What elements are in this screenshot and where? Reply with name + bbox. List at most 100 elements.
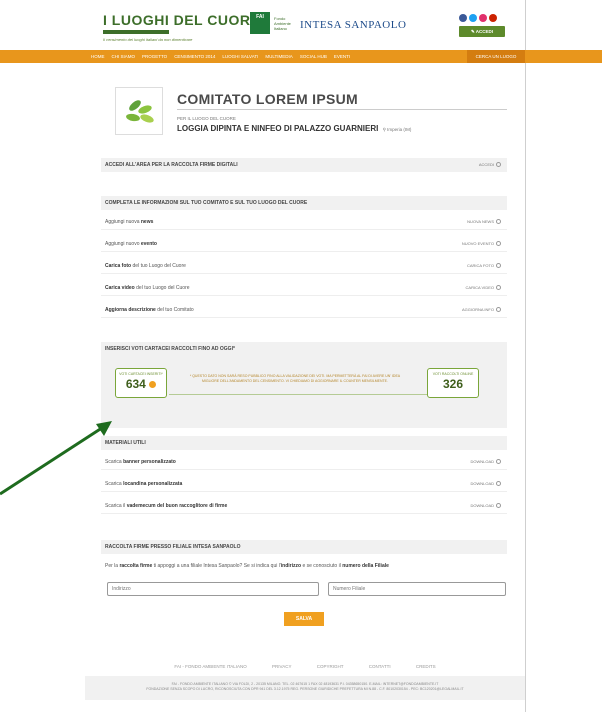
question-text: Per la <box>105 563 120 569</box>
committee-name: COMITATO LOREM IPSUM <box>177 91 358 107</box>
paper-votes-label: VOTI CARTACEI INSERITI* <box>119 372 163 376</box>
list-item[interactable]: Scarica il vademecum del buon raccoglito… <box>101 498 507 514</box>
branch-number-input[interactable] <box>328 582 506 596</box>
row-text-bold: vademecum del buon raccoglitore di firme <box>126 503 228 509</box>
row-action-label: NUOVO EVENTO <box>461 241 494 246</box>
place-location: ⚲ Imperia (IM) <box>382 127 412 132</box>
section-materiali: MATERIALI UTILI <box>101 436 507 450</box>
chevron-right-icon <box>496 162 501 168</box>
chevron-right-icon <box>496 219 501 225</box>
footer-link-privacy[interactable]: PRIVACY <box>272 664 291 669</box>
chevron-right-icon <box>496 241 501 247</box>
fai-logo[interactable]: FAI <box>250 12 270 34</box>
list-item[interactable]: Scarica banner personalizzato DOWNLOAD <box>101 454 507 470</box>
place-location-text: Imperia (IM) <box>387 127 412 132</box>
footer-link-copyright[interactable]: COPYRIGHT <box>317 664 344 669</box>
download-link[interactable]: DOWNLOAD <box>470 454 501 470</box>
nav-item-multimedia[interactable]: MULTIMEDIA <box>265 54 292 59</box>
chevron-right-icon <box>496 307 501 313</box>
row-text-bold: banner personalizzato <box>123 459 176 465</box>
footer-links: FAI - FONDO AMBIENTE ITALIANO PRIVACY CO… <box>85 664 525 669</box>
paper-votes-counter[interactable]: VOTI CARTACEI INSERITI* 634 <box>115 368 167 398</box>
row-text: Scarica <box>105 459 124 465</box>
nav-item-censimento[interactable]: CENSIMENTO 2014 <box>174 54 215 59</box>
row-text: Aggiungi nuovo <box>105 241 141 247</box>
list-item[interactable]: Aggiungi nuovo evento NUOVO EVENTO <box>101 236 507 252</box>
nav-item-chi-siamo[interactable]: CHI SIAMO <box>112 54 136 59</box>
download-label: DOWNLOAD <box>470 481 494 486</box>
committee-header: COMITATO LOREM IPSUM PER IL LUOGO DEL CU… <box>115 87 507 147</box>
online-votes-counter: VOTI RACCOLTI ONLINE 326 <box>427 368 479 398</box>
row-text: Aggiungi nuova <box>105 219 141 225</box>
accedi-firme-link[interactable]: ACCEDI <box>479 158 501 172</box>
save-button[interactable]: SALVA <box>284 612 324 626</box>
online-votes-value: 326 <box>442 377 464 391</box>
row-text: del tuo Comitato <box>155 307 194 313</box>
row-text: del tuo Luogo del Cuore <box>134 285 190 291</box>
nav-item-social-hub[interactable]: SOCIAL HUB <box>300 54 327 59</box>
section-filiale: RACCOLTA FIRME PRESSO FILIALE INTESA SAN… <box>101 540 507 554</box>
paper-votes-value[interactable]: 634 <box>116 377 166 391</box>
facebook-icon[interactable] <box>459 14 467 22</box>
votes-connector <box>169 394 441 395</box>
download-label: DOWNLOAD <box>470 459 494 464</box>
chevron-right-icon <box>496 285 501 291</box>
site-logo-bar <box>103 30 169 34</box>
address-input[interactable] <box>107 582 319 596</box>
edit-icon[interactable] <box>149 381 157 389</box>
footer-link-contatti[interactable]: CONTATTI <box>369 664 391 669</box>
row-action-label: CARICA VIDEO <box>465 285 494 290</box>
section-title: INSERISCI VOTI CARTACEI RACCOLTI FINO AD… <box>105 346 235 352</box>
section-title: MATERIALI UTILI <box>105 440 146 446</box>
row-action[interactable]: AGGIORNA INFO <box>462 302 501 318</box>
legal-line: FONDAZIONE SENZA SCOPO DI LUCRO, RICONOS… <box>146 687 464 691</box>
accedi-firme-label: ACCEDI <box>478 162 494 167</box>
row-action[interactable]: NUOVO EVENTO <box>462 236 501 252</box>
row-action[interactable]: NUOVA NEWS <box>467 214 501 230</box>
row-text-bold: Carica video <box>105 285 135 291</box>
filiale-question: Per la raccolta firme ti appoggi a una f… <box>101 558 507 574</box>
votes-disclaimer: * QUESTO DATO NON SARÀ RESO PUBBLICO FIN… <box>189 374 401 383</box>
nav-item-progetto[interactable]: PROGETTO <box>142 54 167 59</box>
download-icon <box>496 503 501 509</box>
download-label: DOWNLOAD <box>470 503 494 508</box>
list-item[interactable]: Carica video del tuo Luogo del Cuore CAR… <box>101 280 507 296</box>
download-link[interactable]: DOWNLOAD <box>470 476 501 492</box>
nav-item-luoghi-salvati[interactable]: LUOGHI SALVATI <box>222 54 258 59</box>
footer-link-credits[interactable]: CREDITS <box>416 664 436 669</box>
question-text: e se conosciuto il <box>301 563 343 569</box>
instagram-icon[interactable] <box>479 14 487 22</box>
row-action[interactable]: CARICA FOTO <box>467 258 501 274</box>
footer-legal: FAI - FONDO AMBIENTE ITALIANO © VIA FOLD… <box>85 676 525 700</box>
footer-link-fai[interactable]: FAI - FONDO AMBIENTE ITALIANO <box>174 664 246 669</box>
list-item[interactable]: Aggiorna descrizione del tuo Comitato AG… <box>101 302 507 318</box>
list-item[interactable]: Carica foto del tuo Luogo del Cuore CARI… <box>101 258 507 274</box>
login-button-label: ACCEDI <box>475 29 494 34</box>
question-bold: indirizzo <box>280 563 302 569</box>
site-logo-title[interactable]: I LUOGHI DEL CUORE <box>103 12 260 28</box>
site-header: I LUOGHI DEL CUORE Il censimento dei luo… <box>85 0 525 50</box>
question-text: ti appoggi a una filiale Intesa Sanpaolo… <box>152 563 281 569</box>
row-action-label: NUOVA NEWS <box>467 219 494 224</box>
login-button[interactable]: ✎ ACCEDI <box>459 26 505 37</box>
row-text-bold: Aggiorna descrizione <box>105 307 156 313</box>
section-firme-digitali: ACCEDI ALL'AREA PER LA RACCOLTA FIRME DI… <box>101 158 507 172</box>
section-title: COMPLETA LE INFORMAZIONI SUL TUO COMITAT… <box>105 200 308 206</box>
place-name-text[interactable]: LOGGIA DIPINTA E NINFEO DI PALAZZO GUARN… <box>177 124 378 133</box>
divider <box>177 109 507 110</box>
intesa-sanpaolo-logo[interactable]: INTESA SANPAOLO <box>300 19 406 31</box>
row-text-bold: news <box>140 219 154 225</box>
list-item[interactable]: Scarica locandina personalizzata DOWNLOA… <box>101 476 507 492</box>
youtube-icon[interactable] <box>489 14 497 22</box>
fai-logo-text: Fondo Ambiente Italiano <box>274 16 291 31</box>
list-item[interactable]: Aggiungi nuova news NUOVA NEWS <box>101 214 507 230</box>
committee-logo <box>115 87 163 135</box>
nav-item-eventi[interactable]: EVENTI <box>334 54 350 59</box>
twitter-icon[interactable] <box>469 14 477 22</box>
place-name: LOGGIA DIPINTA E NINFEO DI PALAZZO GUARN… <box>177 124 411 133</box>
nav-item-home[interactable]: HOME <box>91 54 105 59</box>
download-link[interactable]: DOWNLOAD <box>470 498 501 514</box>
row-action[interactable]: CARICA VIDEO <box>466 280 501 296</box>
search-place-button[interactable]: CERCA UN LUOGO <box>467 50 525 63</box>
paper-votes-number: 634 <box>125 377 146 391</box>
